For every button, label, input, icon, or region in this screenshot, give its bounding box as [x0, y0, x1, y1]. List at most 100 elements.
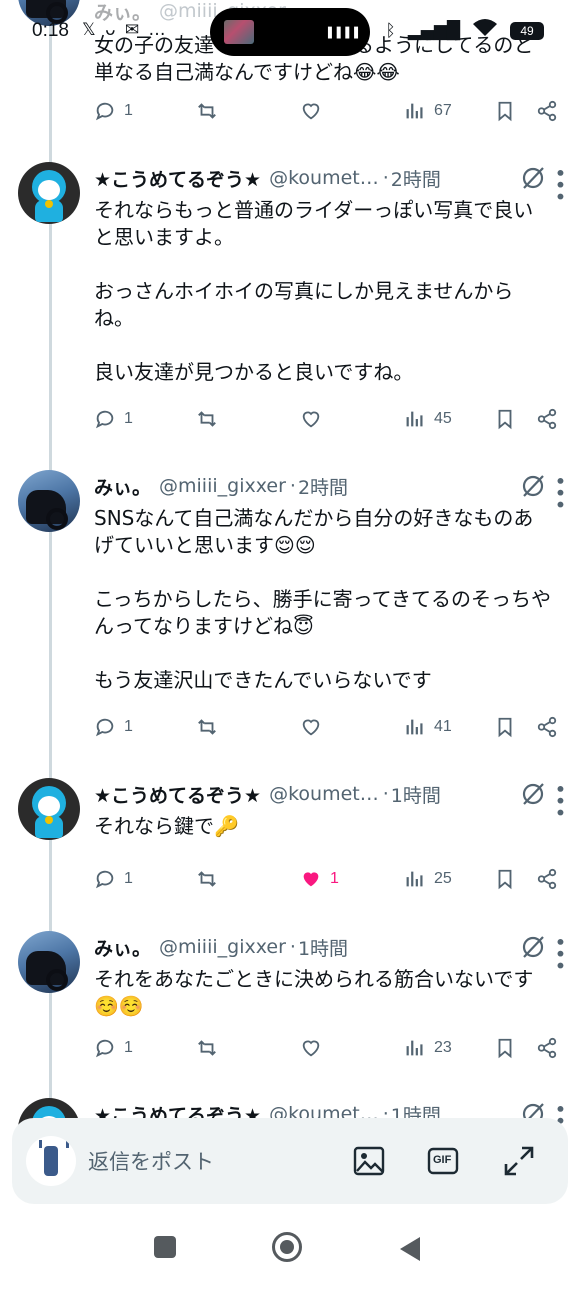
- heart-icon: [302, 103, 320, 120]
- like-button[interactable]: 1: [300, 868, 339, 890]
- reply-button[interactable]: 1: [94, 868, 133, 890]
- bookmark-button[interactable]: [494, 408, 516, 430]
- avatar[interactable]: [18, 162, 80, 224]
- user-handle[interactable]: @miiii_gixxer: [159, 936, 286, 958]
- display-name[interactable]: みぃ。: [94, 934, 151, 961]
- bookmark-button[interactable]: [494, 100, 516, 122]
- grok-icon[interactable]: [520, 473, 546, 499]
- tweet[interactable]: ★こうめてるぞう★ @koumet… · 1時間 それなら鍵で🔑 ••• 1 1…: [0, 776, 580, 926]
- user-handle[interactable]: @miiii_gixxer: [159, 0, 286, 22]
- reply-input[interactable]: 返信をポスト: [88, 1146, 214, 1176]
- like-count: 1: [330, 870, 339, 887]
- view-count: 41: [434, 718, 452, 735]
- heart-icon: [302, 1040, 320, 1057]
- user-handle[interactable]: @koumet…: [269, 167, 379, 189]
- home-icon[interactable]: [272, 1232, 302, 1262]
- tweet-text: それならもっと普通のライダーっぽい写真で良い と思いますよ。 おっさんホイホイの…: [94, 198, 534, 384]
- view-count: 45: [434, 410, 452, 427]
- more-icon[interactable]: •••: [548, 167, 572, 202]
- bookmark-icon: [498, 101, 512, 122]
- tweet-time[interactable]: 1時間: [391, 781, 441, 808]
- views-button[interactable]: 23: [404, 1037, 452, 1059]
- share-button[interactable]: [536, 868, 558, 890]
- display-name[interactable]: みぃ。: [94, 473, 151, 500]
- share-icon: [537, 1037, 557, 1059]
- like-button[interactable]: [300, 408, 322, 430]
- retweet-button[interactable]: [196, 716, 218, 738]
- views-button[interactable]: 41: [404, 716, 452, 738]
- retweet-button[interactable]: [196, 100, 218, 122]
- tweet-actions: 1 67: [94, 100, 564, 128]
- reply-composer[interactable]: 返信をポスト GIF: [12, 1118, 568, 1204]
- display-name[interactable]: みぃ。: [94, 0, 151, 25]
- grok-icon[interactable]: [520, 165, 546, 191]
- views-button[interactable]: 67: [404, 100, 452, 122]
- tweet-actions: 1 23: [94, 1037, 564, 1065]
- reply-button[interactable]: 1: [94, 716, 133, 738]
- recents-icon[interactable]: [154, 1236, 176, 1258]
- share-button[interactable]: [536, 408, 558, 430]
- more-icon[interactable]: •••: [548, 783, 572, 818]
- bookmark-button[interactable]: [494, 716, 516, 738]
- views-icon: [406, 871, 423, 887]
- display-name[interactable]: ★こうめてるぞう★: [94, 165, 261, 192]
- views-icon: [406, 1040, 423, 1056]
- tweet-text: それをあなたごときに決められる筋合いないです ☺️☺️: [94, 967, 534, 1018]
- reply-button[interactable]: 1: [94, 1037, 133, 1059]
- share-icon: [537, 868, 557, 890]
- retweet-icon: [198, 1040, 216, 1056]
- back-icon[interactable]: [400, 1237, 420, 1261]
- reply-count: 1: [124, 718, 133, 735]
- tweet-time[interactable]: 2時間: [391, 165, 441, 192]
- expand-icon[interactable]: [502, 1144, 536, 1178]
- retweet-button[interactable]: [196, 408, 218, 430]
- tweet-text: それなら鍵で🔑: [94, 814, 239, 838]
- share-button[interactable]: [536, 716, 558, 738]
- grok-icon[interactable]: [520, 934, 546, 960]
- navigation-bar: [0, 1210, 580, 1289]
- avatar[interactable]: [18, 778, 80, 840]
- tweet-actions: 1 45: [94, 408, 564, 436]
- user-handle[interactable]: @koumet…: [269, 783, 379, 805]
- tweet[interactable]: みぃ。 @miiii_gixxer 女の子の友達 るようにしてるのと 単なる自己…: [0, 0, 580, 150]
- user-handle[interactable]: @miiii_gixxer: [159, 475, 286, 497]
- share-button[interactable]: [536, 100, 558, 122]
- reply-button[interactable]: 1: [94, 408, 133, 430]
- avatar[interactable]: [18, 470, 80, 532]
- like-button[interactable]: [300, 100, 322, 122]
- views-button[interactable]: 45: [404, 408, 452, 430]
- tweet-time[interactable]: 1時間: [298, 934, 348, 961]
- tweet[interactable]: ★こうめてるぞう★ @koumet… · 2時間 それならもっと普通のライダーっ…: [0, 160, 580, 460]
- tweet-actions: 1 1 25: [94, 868, 564, 896]
- tweet-text: 女の子の友達 るようにしてるのと 単なる自己満なんですけどね😂😂: [94, 33, 534, 84]
- like-button[interactable]: [300, 1037, 322, 1059]
- display-name[interactable]: ★こうめてるぞう★: [94, 781, 261, 808]
- like-button[interactable]: [300, 716, 322, 738]
- reply-button[interactable]: 1: [94, 100, 133, 122]
- views-button[interactable]: 25: [404, 868, 452, 890]
- views-icon: [406, 411, 423, 427]
- retweet-icon: [198, 871, 216, 887]
- gif-button[interactable]: GIF: [426, 1144, 460, 1178]
- avatar[interactable]: [18, 931, 80, 993]
- share-button[interactable]: [536, 1037, 558, 1059]
- avatar[interactable]: [18, 0, 80, 26]
- tweet-time[interactable]: 2時間: [298, 473, 348, 500]
- more-icon[interactable]: •••: [548, 936, 572, 971]
- grok-icon[interactable]: [520, 781, 546, 807]
- retweet-icon: [198, 103, 216, 119]
- tweet[interactable]: みぃ。 @miiii_gixxer · 2時間 SNSなんて自己満なんだから自分…: [0, 468, 580, 768]
- reply-count: 1: [124, 102, 133, 119]
- bookmark-button[interactable]: [494, 1037, 516, 1059]
- retweet-button[interactable]: [196, 1037, 218, 1059]
- reply-icon: [95, 718, 114, 737]
- bookmark-button[interactable]: [494, 868, 516, 890]
- tweet[interactable]: みぃ。 @miiii_gixxer · 1時間 それをあなたごときに決められる筋…: [0, 929, 580, 1089]
- tweet-actions: 1 41: [94, 716, 564, 744]
- retweet-button[interactable]: [196, 868, 218, 890]
- image-icon[interactable]: [352, 1144, 386, 1178]
- view-count: 25: [434, 870, 452, 887]
- more-icon[interactable]: •••: [548, 475, 572, 510]
- gif-label: GIF: [433, 1154, 452, 1166]
- reply-icon: [95, 1039, 114, 1058]
